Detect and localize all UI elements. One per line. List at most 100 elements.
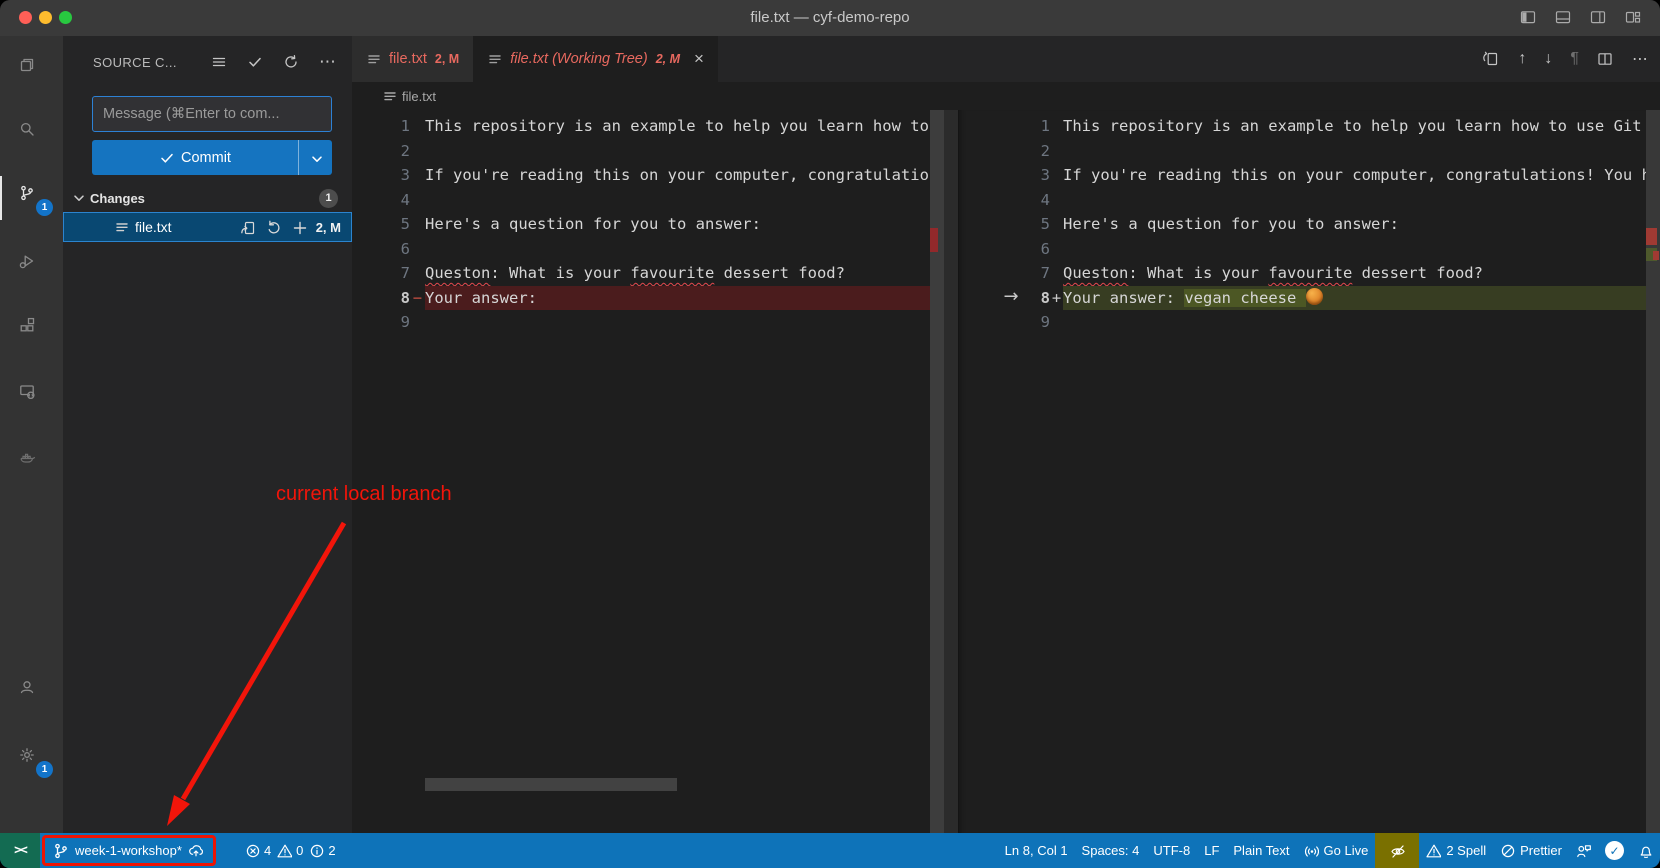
code-line[interactable]: 9	[958, 310, 1660, 335]
explorer-icon[interactable]	[0, 46, 63, 94]
code-line[interactable]: 7Queston: What is your favourite dessert…	[352, 261, 958, 286]
code-line[interactable]: 5Here's a question for you to answer:	[352, 212, 958, 237]
tab-file-working-tree[interactable]: file.txt (Working Tree) 2, M ×	[473, 36, 718, 82]
remote-indicator[interactable]: ><	[0, 833, 40, 868]
go-live-button[interactable]: Go Live	[1297, 833, 1376, 868]
file-change-status: 2, M	[316, 220, 341, 235]
left-scrollbar[interactable]	[930, 110, 944, 833]
added-code-line[interactable]: 8+Your answer: vegan cheese	[958, 286, 1660, 311]
close-tab-icon[interactable]: ×	[694, 52, 704, 66]
breadcrumb[interactable]: file.txt	[352, 82, 1660, 110]
misspelled-word: favourite	[630, 264, 714, 282]
discard-changes-icon[interactable]	[266, 220, 281, 235]
tab-file[interactable]: file.txt 2, M	[352, 36, 473, 82]
publish-sync-cloud-icon	[188, 842, 205, 859]
spell-checker-eye-toggle[interactable]	[1375, 833, 1419, 868]
deleted-code-line[interactable]: 8−Your answer:	[352, 286, 958, 311]
broadcast-icon	[1304, 843, 1319, 858]
file-icon	[114, 220, 129, 235]
code-line[interactable]: 6	[352, 237, 958, 262]
info-icon	[309, 843, 324, 858]
view-as-list-icon[interactable]	[211, 54, 228, 71]
status-bar: >< week-1-workshop* 4 0 2 Ln 8, Col 1 Sp…	[0, 833, 1660, 868]
toggle-primary-sidebar-icon[interactable]	[1520, 9, 1539, 28]
customize-layout-icon[interactable]	[1625, 9, 1644, 28]
notifications-button[interactable]	[1631, 833, 1660, 868]
code-line[interactable]: 4	[958, 188, 1660, 213]
diff-original-pane[interactable]: 1This repository is an example to help y…	[352, 110, 958, 833]
more-actions-icon[interactable]: ⋯	[319, 57, 336, 67]
open-changes-icon[interactable]	[1483, 51, 1500, 68]
code-line[interactable]: 9	[352, 310, 958, 335]
refresh-icon[interactable]	[283, 54, 300, 71]
next-change-icon[interactable]: ↓	[1544, 50, 1552, 68]
eol-setting[interactable]: LF	[1197, 833, 1226, 868]
branch-name: week-1-workshop*	[75, 843, 182, 858]
code-line[interactable]: 4	[352, 188, 958, 213]
changed-file-row[interactable]: file.txt 2, M	[63, 212, 352, 242]
changes-section-header[interactable]: Changes 1	[63, 184, 352, 212]
eye-off-icon	[1390, 843, 1405, 858]
misspelled-word: Queston	[425, 264, 490, 282]
docker-icon[interactable]	[0, 438, 63, 486]
split-editor-icon[interactable]	[1597, 51, 1614, 68]
window-title: file.txt — cyf-demo-repo	[0, 0, 1660, 36]
error-icon	[245, 843, 260, 858]
tab-status: 2, M	[656, 52, 680, 66]
file-icon	[382, 89, 396, 103]
indentation-setting[interactable]: Spaces: 4	[1075, 833, 1147, 868]
toggle-panel-icon[interactable]	[1555, 9, 1574, 28]
file-icon	[487, 52, 502, 67]
previous-change-icon[interactable]: ↑	[1518, 50, 1526, 68]
changed-file-name: file.txt	[135, 219, 234, 235]
code-line[interactable]: 2	[352, 139, 958, 164]
pane-gap	[944, 110, 958, 833]
source-control-badge: 1	[36, 199, 53, 216]
slash-circle-icon	[1500, 843, 1515, 858]
toggle-whitespace-icon[interactable]: ¶	[1570, 50, 1579, 68]
spell-problems[interactable]: 2 Spell	[1419, 833, 1493, 868]
extension-status-check[interactable]: ✓	[1598, 833, 1631, 868]
cursor-position[interactable]: Ln 8, Col 1	[998, 833, 1075, 868]
commit-message-input[interactable]	[92, 96, 332, 132]
settings-gear-icon[interactable]: 1	[0, 736, 63, 784]
revert-change-arrow-icon[interactable]: →	[996, 284, 1026, 309]
diff-modified-pane[interactable]: 1This repository is an example to help y…	[958, 110, 1660, 833]
code-line[interactable]: 2	[958, 139, 1660, 164]
tab-bar: file.txt 2, M file.txt (Working Tree) 2,…	[352, 36, 1660, 82]
food-emoji	[1306, 288, 1323, 305]
code-line[interactable]: 5Here's a question for you to answer:	[958, 212, 1660, 237]
code-line[interactable]: 1This repository is an example to help y…	[958, 114, 1660, 139]
remote-explorer-icon[interactable]	[0, 372, 63, 420]
language-mode[interactable]: Plain Text	[1226, 833, 1296, 868]
activity-bar: 1 1	[0, 36, 63, 833]
code-line[interactable]: 1This repository is an example to help y…	[352, 114, 958, 139]
source-control-icon[interactable]: 1	[0, 174, 63, 222]
more-actions-icon[interactable]: ⋯	[1632, 49, 1648, 69]
commit-action-icon[interactable]	[247, 54, 264, 71]
chevron-down-icon	[71, 190, 87, 206]
problems-indicator[interactable]: 4 0 2	[238, 833, 343, 868]
run-and-debug-icon[interactable]	[0, 242, 63, 290]
encoding-setting[interactable]: UTF-8	[1146, 833, 1197, 868]
sidebar-title: SOURCE C...	[93, 55, 192, 70]
open-file-icon[interactable]	[240, 220, 255, 235]
toggle-secondary-sidebar-icon[interactable]	[1590, 9, 1609, 28]
accounts-icon[interactable]	[0, 668, 63, 716]
source-control-sidebar: SOURCE C... ⋯ Commit Changes 1	[63, 36, 352, 833]
feedback-button[interactable]	[1569, 833, 1598, 868]
commit-button[interactable]: Commit	[92, 140, 332, 175]
extensions-icon[interactable]	[0, 306, 63, 354]
inserted-text: vegan cheese	[1184, 289, 1305, 307]
prettier-status[interactable]: Prettier	[1493, 833, 1569, 868]
code-line[interactable]: 3If you're reading this on your computer…	[352, 163, 958, 188]
search-icon[interactable]	[0, 110, 63, 158]
horizontal-scrollbar[interactable]	[425, 778, 677, 791]
commit-dropdown-button[interactable]	[298, 140, 332, 175]
vscode-window: file.txt — cyf-demo-repo 1 1	[0, 0, 1660, 868]
stage-changes-icon[interactable]	[292, 220, 307, 235]
code-line[interactable]: 6	[958, 237, 1660, 262]
branch-indicator[interactable]: week-1-workshop*	[46, 833, 212, 868]
code-line[interactable]: 7Queston: What is your favourite dessert…	[958, 261, 1660, 286]
code-line[interactable]: 3If you're reading this on your computer…	[958, 163, 1660, 188]
